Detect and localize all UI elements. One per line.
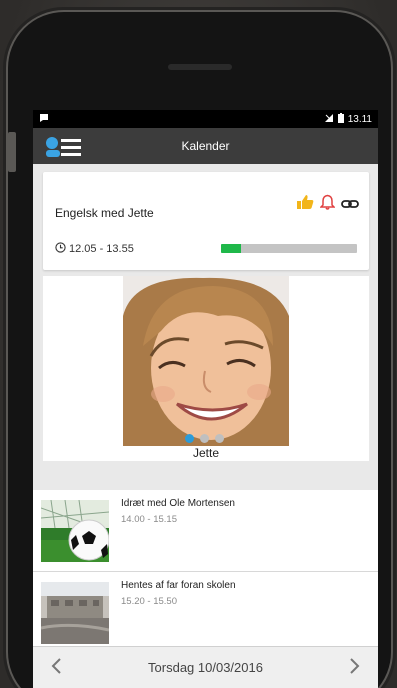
- status-time: 13.11: [347, 113, 372, 125]
- list-item[interactable]: Idræt med Ole Mortensen 14.00 - 15.15: [33, 490, 378, 572]
- clock-icon: [55, 242, 66, 256]
- bell-icon[interactable]: [319, 194, 336, 215]
- event-list[interactable]: Idræt med Ole Mortensen 14.00 - 15.15 He…: [33, 490, 378, 654]
- current-event-card[interactable]: Engelsk med Jette 12.05 - 13.55: [43, 172, 369, 270]
- phone-speaker: [168, 64, 232, 70]
- event-actions: [297, 194, 359, 215]
- participant-name: Jette: [192, 446, 219, 460]
- app-logo-icon[interactable]: [45, 136, 83, 158]
- calendar-content[interactable]: Engelsk med Jette 12.05 - 13.55 Jette Id…: [33, 164, 378, 654]
- carousel-dot[interactable]: [200, 434, 209, 443]
- carousel-dots[interactable]: [185, 434, 224, 443]
- signal-icon: [324, 113, 334, 126]
- event-progress-bar: [221, 244, 357, 253]
- current-date[interactable]: Torsdag 10/03/2016: [148, 660, 263, 675]
- event-title: Idræt med Ole Mortensen: [121, 498, 235, 509]
- page-title: Kalender: [181, 139, 230, 153]
- school-building-photo: [41, 582, 109, 644]
- event-time: 12.05 - 13.55: [55, 242, 134, 256]
- thumbs-up-icon[interactable]: [297, 194, 314, 215]
- phone-side-button: [8, 132, 16, 172]
- status-bar: 13.11: [33, 110, 378, 128]
- date-navigation: Torsdag 10/03/2016: [33, 646, 378, 688]
- phone-screen: 13.11 Kalender Engelsk med Jette 12.05 -…: [33, 110, 378, 688]
- battery-icon: [337, 112, 344, 126]
- app-bar: Kalender: [33, 128, 378, 164]
- event-title: Engelsk med Jette: [55, 206, 154, 220]
- list-item[interactable]: Hentes af far foran skolen 15.20 - 15.50: [33, 572, 378, 654]
- event-time: 15.20 - 15.50: [121, 596, 177, 607]
- event-time: 14.00 - 15.15: [121, 514, 177, 525]
- event-title: Hentes af far foran skolen: [121, 580, 236, 591]
- participant-photo[interactable]: [123, 276, 289, 446]
- event-time-text: 12.05 - 13.55: [69, 243, 134, 255]
- participant-panel[interactable]: Jette: [43, 276, 369, 461]
- soccer-ball-photo: [41, 500, 109, 562]
- event-progress-fill: [221, 244, 242, 253]
- chevron-right-icon[interactable]: [344, 657, 366, 679]
- link-icon[interactable]: [341, 196, 359, 214]
- chevron-left-icon[interactable]: [45, 657, 67, 679]
- notification-icon: [39, 113, 49, 126]
- carousel-dot[interactable]: [185, 434, 194, 443]
- carousel-dot[interactable]: [215, 434, 224, 443]
